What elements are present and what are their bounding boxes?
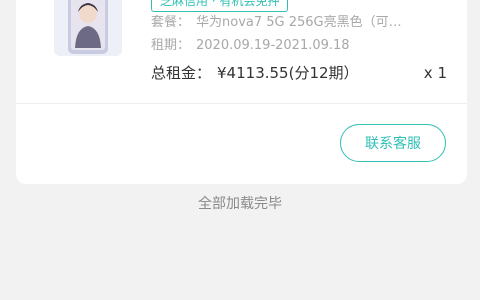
plan-line: 套餐： 华为nova7 5G 256G亮黑色（可… xyxy=(151,14,402,32)
total-value: ¥4113.55(分12期） xyxy=(217,64,359,82)
rental-period-line: 租期： 2020.09.19-2021.09.18 xyxy=(151,37,350,55)
period-value: 2020.09.19-2021.09.18 xyxy=(196,38,350,53)
contact-service-button[interactable]: 联系客服 xyxy=(340,124,446,162)
plan-value: 华为nova7 5G 256G亮黑色（可… xyxy=(196,15,402,30)
order-list-page: 芝麻信用 · 有机会免押 套餐： 华为nova7 5G 256G亮黑色（可… 租期… xyxy=(0,0,480,300)
plan-label: 套餐： xyxy=(151,15,191,30)
quantity: x 1 xyxy=(423,64,447,82)
total-label: 总租金： xyxy=(151,64,212,82)
credit-tag: 芝麻信用 · 有机会免押 xyxy=(151,0,289,12)
product-image[interactable] xyxy=(54,0,122,56)
phone-photo-icon xyxy=(54,0,122,56)
divider xyxy=(16,103,467,104)
all-loaded-text: 全部加载完毕 xyxy=(198,196,282,212)
period-label: 租期： xyxy=(151,38,191,53)
total-rent-line: 总租金： ¥4113.55(分12期） xyxy=(151,62,359,84)
order-card[interactable]: 芝麻信用 · 有机会免押 套餐： 华为nova7 5G 256G亮黑色（可… 租期… xyxy=(16,0,467,184)
